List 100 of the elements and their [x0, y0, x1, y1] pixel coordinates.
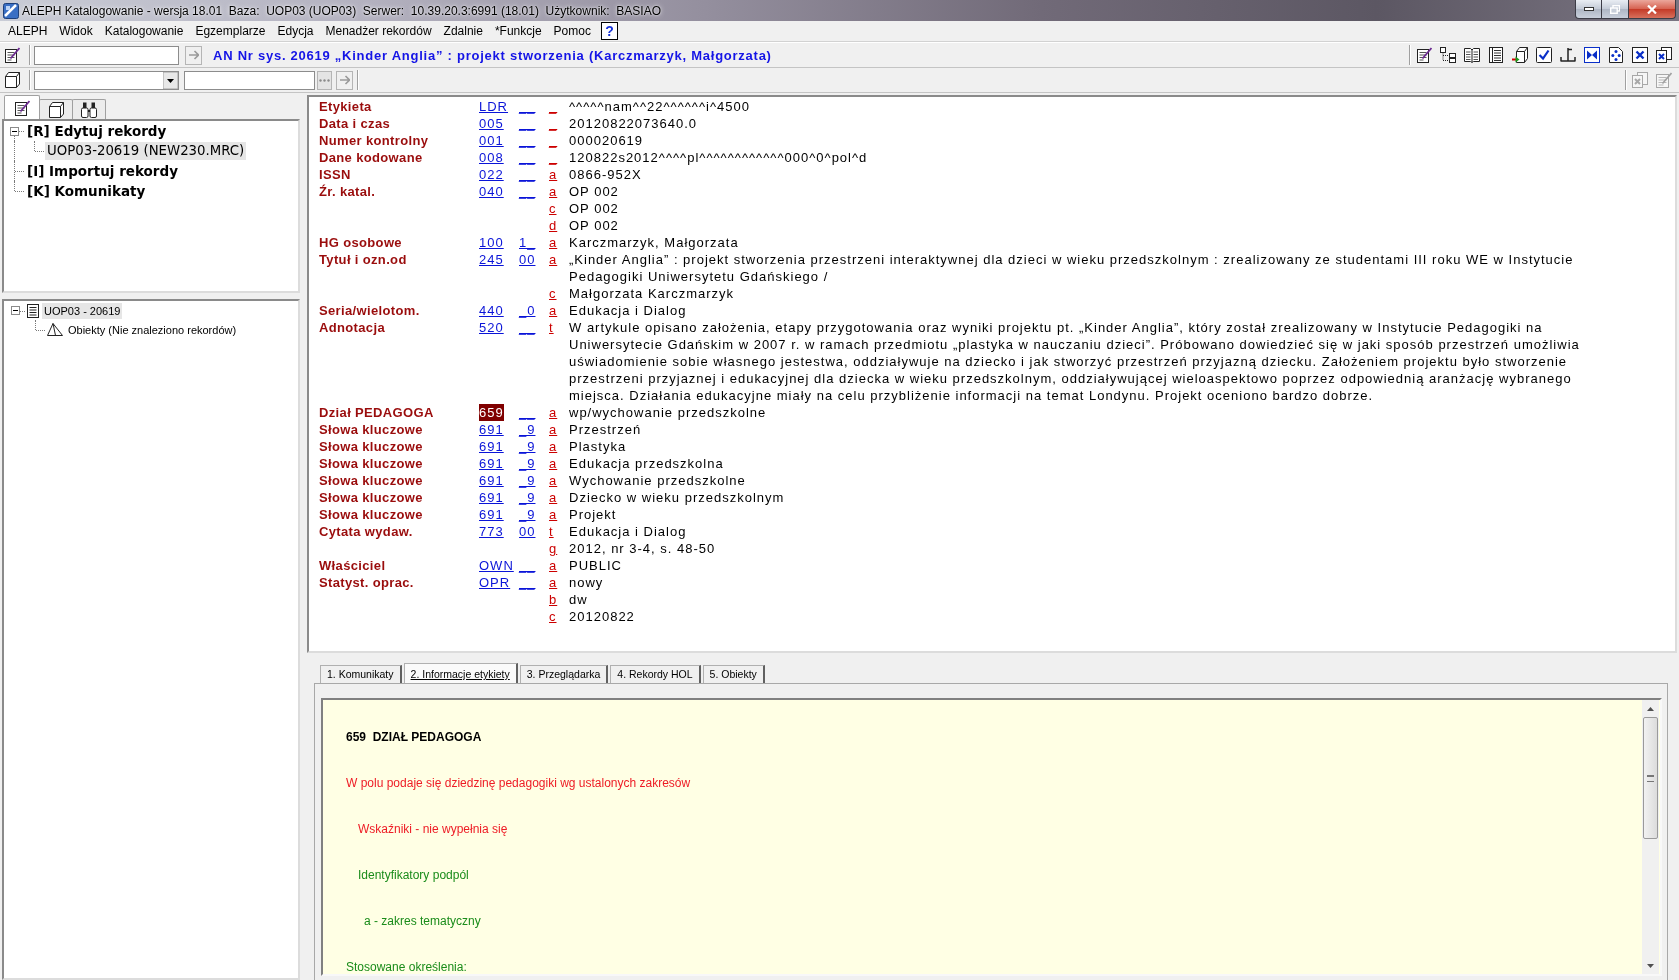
subfield-code-link[interactable]: b: [549, 591, 558, 608]
minus-box-icon[interactable]: [10, 126, 19, 136]
indicator-link[interactable]: __: [519, 115, 536, 132]
menu-item[interactable]: Menadżer rekordów: [319, 22, 438, 40]
triangles-box-icon[interactable]: [1584, 47, 1600, 63]
indicator-link[interactable]: _9: [519, 506, 536, 523]
tree-item[interactable]: UOP03-20619 (NEW230.MRC): [45, 142, 247, 160]
indicator-link[interactable]: __: [519, 404, 536, 421]
subfield-code-link[interactable]: a: [549, 251, 558, 268]
indicator-link[interactable]: __: [519, 132, 536, 149]
tag-link[interactable]: 245: [479, 251, 504, 268]
tag-link[interactable]: 100: [479, 234, 504, 251]
tree-item[interactable]: [R] Edytuj rekordy: [25, 122, 169, 140]
scrollbar-thumb[interactable]: [1643, 717, 1658, 839]
menu-item[interactable]: *Funkcje: [488, 22, 548, 40]
help-button[interactable]: ?: [600, 22, 618, 40]
list-icon[interactable]: [1488, 47, 1504, 63]
indicator-link[interactable]: _9: [519, 421, 536, 438]
tag-link[interactable]: 691: [479, 421, 504, 438]
book-icon[interactable]: [4, 72, 20, 88]
panel-tab[interactable]: [4, 95, 40, 119]
tree-item[interactable]: Obiekty (Nie znaleziono rekordów): [66, 321, 239, 338]
subfield-code-link[interactable]: c: [549, 285, 557, 302]
subfield-code-link[interactable]: _: [549, 132, 558, 149]
subfield-code-link[interactable]: a: [549, 404, 558, 421]
minus-box-icon[interactable]: [11, 306, 20, 315]
subfield-code-link[interactable]: c: [549, 608, 557, 625]
tab[interactable]: 1. Komunikaty: [320, 665, 402, 683]
tree-item[interactable]: [K] Komunikaty: [25, 182, 148, 200]
indicator-link[interactable]: 00: [519, 251, 536, 268]
notepad-pen-icon[interactable]: [1416, 47, 1432, 63]
menu-item[interactable]: Katalogowanie: [98, 22, 190, 40]
tag-link[interactable]: 001: [479, 132, 504, 149]
indicator-link[interactable]: 00: [519, 523, 536, 540]
tag-link[interactable]: 659: [479, 404, 504, 421]
subfield-code-link[interactable]: c: [549, 200, 557, 217]
subfield-code-link[interactable]: a: [549, 455, 558, 472]
tree-item[interactable]: UOP03 - 20619: [42, 302, 123, 319]
subfield-code-link[interactable]: a: [549, 166, 558, 183]
indicator-link[interactable]: __: [519, 557, 536, 574]
checkbox-icon[interactable]: [1536, 47, 1552, 63]
tag-link[interactable]: 005: [479, 115, 504, 132]
tag-link[interactable]: 691: [479, 438, 504, 455]
subfield-code-link[interactable]: a: [549, 574, 558, 591]
tag-link[interactable]: 440: [479, 302, 504, 319]
indicator-link[interactable]: __: [519, 574, 536, 591]
tag-link[interactable]: 022: [479, 166, 504, 183]
subfield-code-link[interactable]: g: [549, 540, 558, 557]
tag-link[interactable]: 691: [479, 506, 504, 523]
notepad-pen-icon[interactable]: [4, 47, 20, 63]
input-field[interactable]: [184, 70, 315, 90]
input-field[interactable]: [34, 45, 179, 65]
close-button[interactable]: [1629, 0, 1676, 19]
tag-link[interactable]: 040: [479, 183, 504, 200]
panel-tab[interactable]: [72, 99, 106, 119]
indicator-link[interactable]: 1_: [519, 234, 536, 251]
panel-tab[interactable]: [39, 99, 73, 119]
restore-button[interactable]: [1602, 0, 1629, 19]
tag-link[interactable]: 691: [479, 489, 504, 506]
x-box-icon[interactable]: [1632, 47, 1648, 63]
subfield-code-link[interactable]: a: [549, 557, 558, 574]
subfield-code-link[interactable]: t: [549, 319, 554, 336]
subfield-code-link[interactable]: d: [549, 217, 558, 234]
indicator-link[interactable]: _9: [519, 472, 536, 489]
subfield-code-link[interactable]: a: [549, 183, 558, 200]
subfield-code-link[interactable]: a: [549, 489, 558, 506]
indicator-link[interactable]: _9: [519, 455, 536, 472]
caret-icon[interactable]: [163, 71, 178, 89]
tab[interactable]: 4. Rekordy HOL: [610, 665, 701, 683]
tab[interactable]: 2. Informacje etykiety: [403, 663, 518, 683]
menu-item[interactable]: ALEPH: [2, 22, 54, 40]
tag-link[interactable]: LDR: [479, 98, 508, 115]
indicator-link[interactable]: __: [519, 183, 536, 200]
indicator-link[interactable]: __: [519, 166, 536, 183]
subfield-code-link[interactable]: a: [549, 421, 558, 438]
menu-item[interactable]: Edycja: [271, 22, 320, 40]
tree-icon[interactable]: [1440, 47, 1456, 63]
tag-link[interactable]: 008: [479, 149, 504, 166]
tab[interactable]: 3. Przeglądarka: [519, 665, 609, 683]
subfield-code-link[interactable]: a: [549, 438, 558, 455]
indicator-link[interactable]: _9: [519, 438, 536, 455]
stand-icon[interactable]: [1560, 47, 1576, 63]
indicator-link[interactable]: __: [519, 149, 536, 166]
subfield-code-link[interactable]: a: [549, 234, 558, 251]
cube-arrow-icon[interactable]: [1512, 47, 1528, 63]
subfield-code-link[interactable]: a: [549, 506, 558, 523]
indicator-link[interactable]: __: [519, 319, 536, 336]
menu-item[interactable]: Widok: [53, 22, 99, 40]
subfield-code-link[interactable]: _: [549, 149, 558, 166]
indicator-link[interactable]: __: [519, 98, 536, 115]
tab[interactable]: 5. Obiekty: [702, 665, 765, 683]
tag-link[interactable]: 691: [479, 455, 504, 472]
menu-item[interactable]: Pomoc: [547, 22, 597, 40]
menu-item[interactable]: Zdalnie: [437, 22, 489, 40]
tag-link[interactable]: OWN: [479, 557, 514, 574]
indicator-link[interactable]: _0: [519, 302, 536, 319]
subfield-code-link[interactable]: t: [549, 523, 554, 540]
tag-link[interactable]: 520: [479, 319, 504, 336]
menu-item[interactable]: Egzemplarze: [189, 22, 272, 40]
x-documents-icon[interactable]: [1656, 47, 1672, 63]
